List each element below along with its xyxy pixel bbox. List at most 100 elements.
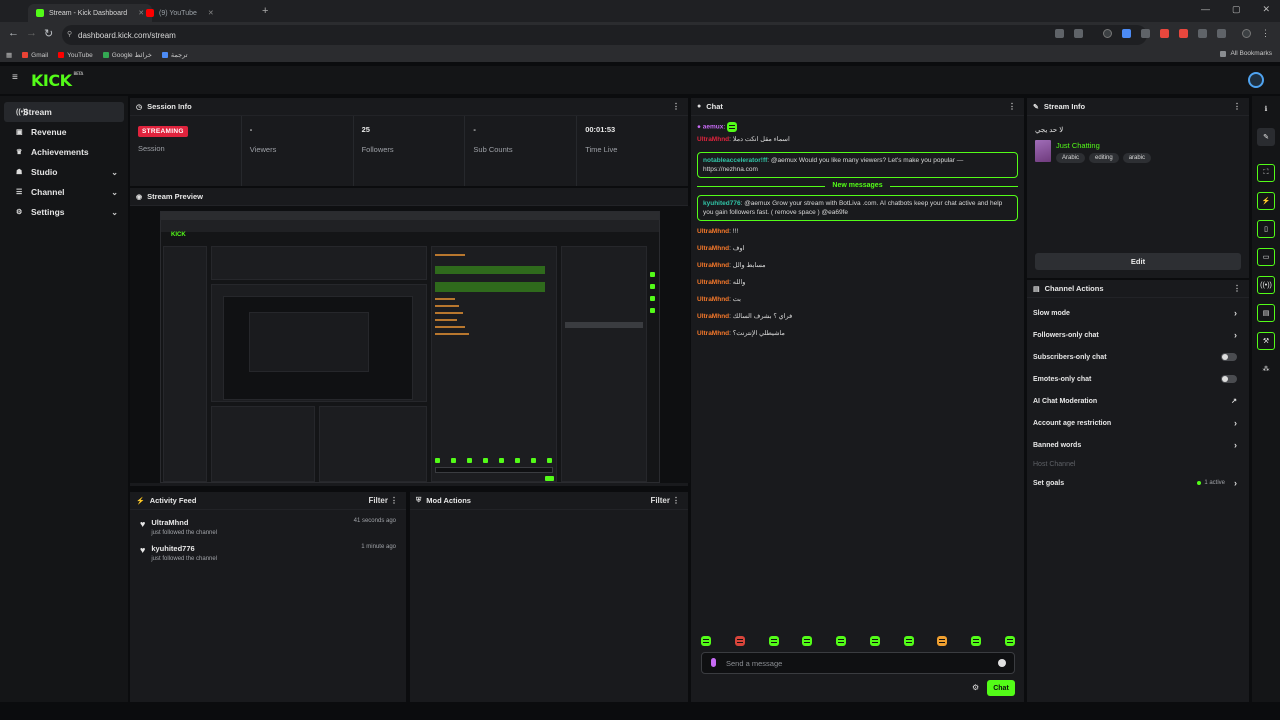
browser-tab-kick[interactable]: Stream - Kick Dashboard ✕ xyxy=(28,4,153,22)
sidebar-item-achievements[interactable]: ♛ Achievements xyxy=(4,142,124,162)
chat-username[interactable]: UltraMhnd xyxy=(697,262,729,269)
action-ai-chat-moderation[interactable]: AI Chat Moderation ↗ xyxy=(1027,390,1249,412)
extension-abp-icon[interactable] xyxy=(1160,29,1169,38)
chat-username[interactable]: aemux xyxy=(703,124,724,131)
chat-text: اسماء مقل انكت دملا xyxy=(732,136,790,143)
emoji-picker-icon[interactable] xyxy=(998,659,1006,667)
emote-icon[interactable] xyxy=(937,636,948,646)
activity-username[interactable]: UltraMhnd xyxy=(151,518,217,527)
sidebar-item-revenue[interactable]: ▣ Revenue xyxy=(4,122,124,142)
more-options-icon[interactable]: ⋮ xyxy=(1233,284,1241,293)
new-messages-divider[interactable]: New messages xyxy=(697,182,1018,189)
sidebar-item-channel[interactable]: ☰ Channel ⌄ xyxy=(4,182,124,202)
server-icon[interactable]: ▤ xyxy=(1257,304,1275,322)
emote-icon[interactable] xyxy=(802,636,813,646)
emote-icon[interactable] xyxy=(701,636,711,646)
translate-icon[interactable] xyxy=(1055,29,1064,38)
user-avatar[interactable] xyxy=(1248,72,1264,88)
more-options-icon[interactable]: ⋮ xyxy=(390,496,398,505)
wrench-icon[interactable]: ⚒ xyxy=(1257,332,1275,350)
activity-username[interactable]: kyuhited776 xyxy=(151,544,217,553)
stream-preview-video[interactable]: KICK xyxy=(130,206,690,483)
mic-icon[interactable] xyxy=(711,658,716,667)
lightning-icon[interactable]: ⚡ xyxy=(1257,192,1275,210)
sidebar-item-studio[interactable]: ☗ Studio ⌄ xyxy=(4,162,124,182)
reload-icon[interactable]: ↻ xyxy=(44,27,53,40)
minimize-icon[interactable]: — xyxy=(1201,4,1210,15)
browser-tab-youtube[interactable]: (9) YouTube ✕ xyxy=(138,4,222,22)
chat-text: @aemux Grow your stream with BotLiva .co… xyxy=(703,200,1003,216)
emote-icon[interactable] xyxy=(734,636,745,646)
emote-icon[interactable] xyxy=(971,636,982,646)
action-set-goals[interactable]: Set goals 1 active › xyxy=(1027,472,1249,494)
all-bookmarks-button[interactable]: All Bookmarks xyxy=(1220,50,1272,57)
clip-icon[interactable]: ⛶ xyxy=(1257,164,1275,182)
send-chat-button[interactable]: Chat xyxy=(987,680,1015,696)
more-options-icon[interactable]: ⋮ xyxy=(1008,102,1016,111)
edit-stream-info-button[interactable]: Edit xyxy=(1035,253,1241,270)
emote-icon[interactable] xyxy=(836,636,847,646)
chat-username[interactable]: notableaccelerator!ff xyxy=(703,157,767,164)
chat-username[interactable]: UltraMhnd xyxy=(697,313,729,320)
chat-username[interactable]: UltraMhnd xyxy=(697,228,729,235)
emote-icon[interactable] xyxy=(903,636,914,646)
chat-settings-gear-icon[interactable]: ⚙ xyxy=(972,683,979,692)
extension-red-icon[interactable] xyxy=(1179,29,1188,38)
edit-pencil-icon[interactable]: ✎ xyxy=(1257,128,1275,146)
extensions-puzzle-icon[interactable] xyxy=(1217,29,1226,38)
extension-square-icon[interactable] xyxy=(1198,29,1207,38)
back-icon[interactable]: ← xyxy=(8,27,19,39)
chat-bubble-icon[interactable]: ▭ xyxy=(1257,248,1275,266)
profile-icon[interactable] xyxy=(1242,29,1251,38)
emote-icon[interactable] xyxy=(768,636,779,646)
action-followers-only-chat[interactable]: Followers-only chat › xyxy=(1027,324,1249,346)
emotes-only-toggle[interactable] xyxy=(1221,375,1237,383)
broadcast-icon[interactable]: ((•)) xyxy=(1257,276,1275,294)
stream-category[interactable]: Just Chatting xyxy=(1056,141,1100,150)
chat-message-input[interactable]: Send a message xyxy=(701,652,1015,674)
filter-button[interactable]: Filter xyxy=(650,496,670,505)
preview-browser-bar xyxy=(161,212,659,220)
menu-hamburger-icon[interactable]: ≡ xyxy=(12,73,20,83)
action-account-age-restriction[interactable]: Account age restriction › xyxy=(1027,412,1249,434)
kick-logo[interactable]: KICK BETA xyxy=(31,71,83,90)
bookmark-translate[interactable]: ترجمة xyxy=(161,51,188,59)
goals-status: 1 active xyxy=(1197,480,1225,486)
maximize-icon[interactable]: ▢ xyxy=(1232,4,1241,15)
chat-username[interactable]: UltraMhnd xyxy=(697,296,729,303)
close-window-icon[interactable]: ✕ xyxy=(1262,4,1270,15)
subscribers-only-toggle[interactable] xyxy=(1221,353,1237,361)
action-banned-words[interactable]: Banned words › xyxy=(1027,434,1249,456)
extension-blue-icon[interactable] xyxy=(1122,29,1131,38)
more-options-icon[interactable]: ⋮ xyxy=(1233,102,1241,111)
sidebar-item-stream[interactable]: ((•)) Stream xyxy=(4,102,124,122)
chat-username[interactable]: kyuhited776 xyxy=(703,200,741,207)
bookmark-google-maps[interactable]: Google خرائط xyxy=(102,51,152,59)
extension-shield-icon[interactable] xyxy=(1103,29,1112,38)
document-icon[interactable]: ▯ xyxy=(1257,220,1275,238)
info-icon[interactable]: ℹ xyxy=(1257,100,1275,118)
share-nodes-icon[interactable]: ⁂ xyxy=(1257,360,1275,378)
browser-menu-icon[interactable]: ⋮ xyxy=(1261,28,1270,39)
chat-username[interactable]: UltraMhnd xyxy=(697,245,729,252)
emote-icon[interactable] xyxy=(1004,636,1015,646)
address-bar[interactable]: ⚲ dashboard.kick.com/stream xyxy=(62,25,1147,45)
new-tab-icon[interactable]: + xyxy=(262,5,268,17)
chat-username[interactable]: UltraMhnd xyxy=(697,330,729,337)
apps-grid-icon[interactable]: ▦ xyxy=(6,51,12,59)
bookmark-youtube[interactable]: YouTube xyxy=(58,52,93,59)
emote-icon[interactable] xyxy=(869,636,880,646)
forward-icon[interactable]: → xyxy=(26,27,37,39)
more-options-icon[interactable]: ⋮ xyxy=(672,102,680,111)
action-slow-mode[interactable]: Slow mode › xyxy=(1027,302,1249,324)
chat-username[interactable]: UltraMhnd xyxy=(697,136,729,143)
bookmark-star-icon[interactable] xyxy=(1074,29,1083,38)
more-options-icon[interactable]: ⋮ xyxy=(672,496,680,505)
extension-grey-icon[interactable] xyxy=(1141,29,1150,38)
bookmark-gmail[interactable]: Gmail xyxy=(22,52,48,59)
site-info-icon[interactable]: ⚲ xyxy=(67,30,75,38)
sidebar-item-settings[interactable]: ⚙ Settings ⌄ xyxy=(4,202,124,222)
close-tab-icon[interactable]: ✕ xyxy=(208,9,214,17)
chat-username[interactable]: UltraMhnd xyxy=(697,279,729,286)
filter-button[interactable]: Filter xyxy=(368,496,388,505)
